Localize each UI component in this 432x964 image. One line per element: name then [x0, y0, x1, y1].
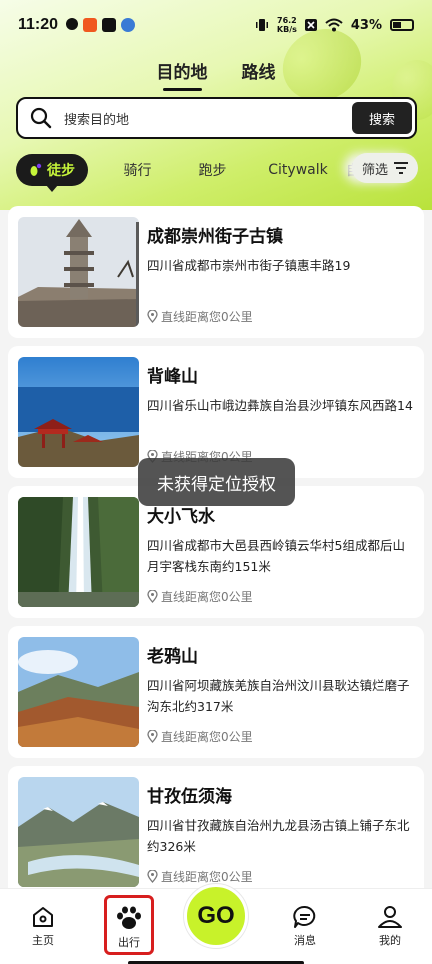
- app-notification-icon: [83, 18, 98, 32]
- destination-address: 四川省甘孜藏族自治州九龙县汤古镇上铺子东北约326米: [147, 818, 410, 854]
- search-icon: [30, 107, 52, 129]
- highlight-box: [104, 895, 154, 955]
- destination-address: 四川省成都市崇州市街子镇惠丰路19: [147, 258, 351, 273]
- destination-name: 成都崇州街子古镇: [147, 227, 283, 247]
- footprint-icon: [30, 163, 42, 176]
- location-pin-icon: [147, 590, 158, 603]
- destination-card[interactable]: 成都崇州街子古镇 四川省成都市崇州市街子镇惠丰路19 直线距离您0公里: [8, 206, 424, 338]
- filter-icon: [394, 162, 408, 174]
- destination-image: [18, 497, 139, 607]
- category-running[interactable]: 跑步: [175, 160, 250, 180]
- tab-destination[interactable]: 目的地: [157, 58, 208, 91]
- location-pin-icon: [147, 730, 158, 743]
- category-hiking-label: 徒步: [47, 163, 75, 179]
- status-bar: 11:20 76.2 KB/s 43%: [0, 0, 432, 50]
- category-citywalk[interactable]: Citywalk: [250, 162, 346, 178]
- app-notification-icon: [66, 18, 79, 30]
- search-bar[interactable]: 搜索目的地 搜索: [16, 97, 417, 139]
- category-cycling[interactable]: 骑行: [100, 160, 175, 180]
- destination-card[interactable]: 老鸦山 四川省阿坝藏族羌族自治州汶川县耿达镇烂磨子沟东北约317米 直线距离您0…: [8, 626, 424, 758]
- destination-image: [18, 217, 139, 327]
- filter-label: 筛选: [361, 162, 388, 178]
- destination-distance: 直线距离您0公里: [147, 868, 253, 885]
- category-tabs: 徒步 骑行 跑步 Citywalk 自 筛选: [0, 150, 432, 192]
- battery-percent: 43%: [350, 17, 382, 33]
- destination-name: 甘孜伍须海: [147, 787, 232, 807]
- location-pin-icon: [147, 870, 158, 883]
- status-time: 11:20: [18, 16, 59, 33]
- mail-notification-icon: [102, 18, 117, 32]
- destination-address: 四川省阿坝藏族羌族自治州汶川县耿达镇烂磨子沟东北约317米: [147, 678, 410, 714]
- destination-name: 背峰山: [147, 367, 198, 387]
- user-icon: [378, 906, 402, 928]
- bottom-navigation: 主页 出行 GO 消息 我的: [0, 884, 432, 964]
- destination-address: 四川省成都市大邑县西岭镇云华村5组成都后山月宇客栈东南约151米: [147, 538, 405, 574]
- destination-address: 四川省乐山市峨边彝族自治县沙坪镇东风西路14: [147, 398, 413, 413]
- sim-icon: [304, 19, 317, 31]
- destination-card[interactable]: 甘孜伍须海 四川省甘孜藏族自治州九龙县汤古镇上铺子东北约326米 直线距离您0公…: [8, 766, 424, 898]
- app-notification-icon: [121, 18, 136, 32]
- tab-route[interactable]: 路线: [242, 58, 276, 91]
- destination-image: [18, 637, 139, 747]
- filter-button[interactable]: 筛选: [351, 153, 418, 183]
- destination-name: 老鸦山: [147, 647, 198, 667]
- message-icon: [293, 905, 316, 928]
- home-icon: [33, 907, 53, 927]
- top-tabs: 目的地 路线: [0, 58, 432, 91]
- destination-list: 成都崇州街子古镇 四川省成都市崇州市街子镇惠丰路19 直线距离您0公里 背峰山: [8, 206, 424, 906]
- search-button[interactable]: 搜索: [352, 102, 412, 134]
- go-button[interactable]: GO: [184, 884, 248, 948]
- wifi-icon: [325, 18, 343, 32]
- nav-messages[interactable]: 消息: [275, 905, 335, 948]
- battery-icon: [390, 19, 414, 31]
- destination-image: [18, 777, 139, 887]
- destination-distance: 直线距离您0公里: [147, 588, 253, 605]
- network-speed: 76.2 KB/s: [276, 16, 297, 34]
- destination-distance: 直线距离您0公里: [147, 728, 253, 745]
- destination-distance: 直线距离您0公里: [147, 308, 253, 325]
- location-permission-toast: 未获得定位授权: [138, 458, 295, 506]
- nav-home[interactable]: 主页: [13, 905, 73, 948]
- destination-image: [18, 357, 139, 467]
- search-input[interactable]: 搜索目的地: [64, 109, 352, 128]
- nav-mine[interactable]: 我的: [360, 905, 420, 948]
- notification-icons: [66, 18, 136, 32]
- category-hiking[interactable]: 徒步: [16, 154, 88, 192]
- location-pin-icon: [147, 310, 158, 323]
- vibrate-icon: [255, 19, 268, 31]
